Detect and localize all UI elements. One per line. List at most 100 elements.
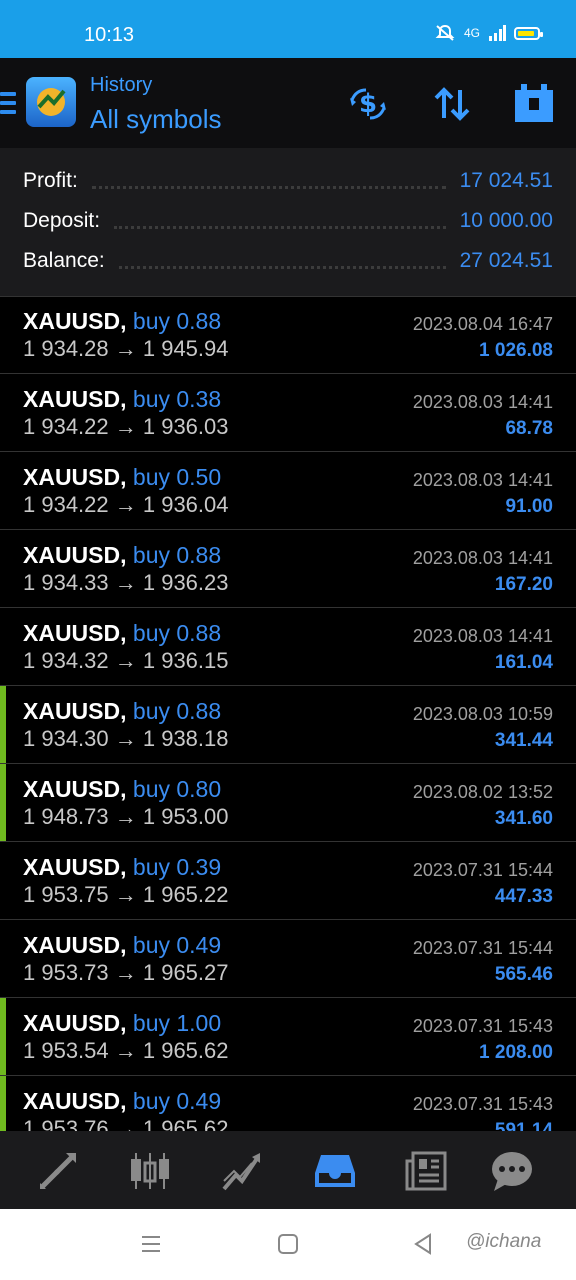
balance-label: Balance: [23, 249, 105, 272]
trade-type: buy 0.49 [132, 1088, 222, 1114]
trade-list[interactable]: XAUUSD, buy 0.88 1 934.28 → 1 945.94 202… [0, 296, 576, 1132]
trade-symbol: XAUUSD, [23, 620, 127, 646]
signal-icon [489, 25, 506, 41]
trade-symbol: XAUUSD, [23, 698, 127, 724]
trade-row[interactable]: XAUUSD, buy 0.88 1 934.30 → 1 938.18 202… [0, 686, 576, 764]
bottom-nav [0, 1131, 576, 1209]
trade-row[interactable]: XAUUSD, buy 0.50 1 934.22 → 1 936.04 202… [0, 452, 576, 530]
news-icon[interactable] [405, 1149, 449, 1193]
battery-icon [514, 26, 543, 40]
trade-profit: 161.04 [494, 652, 553, 673]
deposit-filter-icon[interactable]: $ [346, 82, 390, 126]
trade-time: 2023.08.03 14:41 [412, 470, 553, 490]
status-bar: 10:13 4G [0, 0, 576, 58]
system-nav-bar: @ichana [0, 1209, 576, 1280]
trade-type: buy 0.38 [132, 386, 222, 412]
trade-profit: 341.60 [494, 808, 553, 829]
trade-time: 2023.08.03 14:41 [412, 392, 553, 412]
status-time: 10:13 [84, 24, 135, 46]
trade-type: buy 1.00 [132, 1010, 222, 1036]
trade-prices: 1 934.22 → 1 936.03 [23, 414, 229, 439]
trade-row[interactable]: XAUUSD, buy 1.00 1 953.54 → 1 965.62 202… [0, 998, 576, 1076]
trade-type: buy 0.88 [132, 542, 222, 568]
trade-type: buy 0.88 [132, 620, 222, 646]
summary-panel: Profit: 17 024.51 Deposit: 10 000.00 Bal… [0, 148, 576, 297]
trade-type: buy 0.80 [132, 776, 222, 802]
trade-symbol: XAUUSD, [23, 464, 127, 490]
trade-profit: 91.00 [505, 496, 553, 517]
trade-profit: 565.46 [494, 964, 553, 985]
svg-text:$: $ [359, 89, 377, 119]
profit-row: Profit: 17 024.51 [23, 161, 553, 201]
history-icon[interactable] [313, 1149, 357, 1193]
trade-profit: 68.78 [505, 418, 553, 439]
status-icons: 4G [434, 24, 543, 42]
trade-profit: 167.20 [494, 574, 553, 595]
sort-icon[interactable] [430, 82, 474, 126]
dot-leader [91, 185, 446, 189]
trade-profit: 1 208.00 [479, 1042, 553, 1063]
trade-time: 2023.08.03 14:41 [412, 626, 553, 646]
trade-symbol: XAUUSD, [23, 542, 127, 568]
chart-icon[interactable] [128, 1149, 172, 1193]
trade-profit: 1 026.08 [479, 340, 553, 361]
deposit-value: 10 000.00 [459, 209, 553, 232]
trade-profit: 341.44 [494, 730, 553, 751]
silent-icon [435, 24, 455, 41]
trade-row[interactable]: XAUUSD, buy 0.80 1 948.73 → 1 953.00 202… [0, 764, 576, 842]
deposit-row: Deposit: 10 000.00 [23, 201, 553, 241]
trade-row[interactable]: XAUUSD, buy 0.88 1 934.28 → 1 945.94 202… [0, 296, 576, 374]
trade-prices: 1 934.33 → 1 936.23 [23, 570, 229, 595]
trade-time: 2023.08.03 14:41 [412, 548, 553, 568]
trade-prices: 1 953.54 → 1 965.62 [23, 1038, 229, 1063]
trade-symbol: XAUUSD, [23, 776, 127, 802]
quotes-icon[interactable] [36, 1149, 80, 1193]
home-icon[interactable] [277, 1233, 299, 1255]
back-icon[interactable] [412, 1233, 434, 1255]
symbol-filter[interactable]: All symbols [90, 104, 221, 135]
trade-prices: 1 934.28 → 1 945.94 [23, 336, 229, 361]
trade-icon[interactable] [220, 1149, 264, 1193]
app-header: History All symbols $ [0, 58, 576, 148]
trade-time: 2023.07.31 15:43 [412, 1016, 553, 1036]
menu-icon[interactable] [0, 92, 16, 114]
trade-row[interactable]: XAUUSD, buy 0.39 1 953.75 → 1 965.22 202… [0, 842, 576, 920]
trade-prices: 1 953.76 → 1 965.62 [23, 1116, 229, 1132]
trade-type: buy 0.88 [132, 308, 222, 334]
trade-time: 2023.08.02 13:52 [412, 782, 553, 802]
calendar-icon[interactable] [512, 82, 556, 126]
trade-row[interactable]: XAUUSD, buy 0.49 1 953.73 → 1 965.27 202… [0, 920, 576, 998]
trade-type: buy 0.50 [132, 464, 222, 490]
trade-prices: 1 934.22 → 1 936.04 [23, 492, 229, 517]
trade-row[interactable]: XAUUSD, buy 0.88 1 934.33 → 1 936.23 202… [0, 530, 576, 608]
trade-prices: 1 948.73 → 1 953.00 [23, 804, 229, 829]
trade-row[interactable]: XAUUSD, buy 0.49 1 953.76 → 1 965.62 202… [0, 1076, 576, 1132]
trade-symbol: XAUUSD, [23, 386, 127, 412]
trade-type: buy 0.88 [132, 698, 222, 724]
profit-label: Profit: [23, 169, 78, 192]
dot-leader [118, 265, 446, 269]
trade-symbol: XAUUSD, [23, 1010, 127, 1036]
trade-row[interactable]: XAUUSD, buy 0.88 1 934.32 → 1 936.15 202… [0, 608, 576, 686]
chat-icon[interactable] [490, 1149, 534, 1193]
trade-time: 2023.07.31 15:44 [412, 860, 553, 880]
trade-time: 2023.08.03 10:59 [412, 704, 553, 724]
balance-value: 27 024.51 [459, 249, 553, 272]
trade-prices: 1 934.30 → 1 938.18 [23, 726, 229, 751]
dot-leader [114, 225, 446, 229]
profit-value: 17 024.51 [459, 169, 553, 192]
header-title: History [90, 74, 153, 96]
trade-prices: 1 953.75 → 1 965.22 [23, 882, 229, 907]
watermark: @ichana [466, 1231, 542, 1252]
trade-prices: 1 953.73 → 1 965.27 [23, 960, 229, 985]
trade-symbol: XAUUSD, [23, 854, 127, 880]
trade-symbol: XAUUSD, [23, 308, 127, 334]
trade-time: 2023.07.31 15:43 [412, 1094, 553, 1114]
recent-apps-icon[interactable] [140, 1233, 162, 1255]
trade-time: 2023.07.31 15:44 [412, 938, 553, 958]
trade-profit: 447.33 [494, 886, 553, 907]
trade-type: buy 0.49 [132, 932, 222, 958]
trade-symbol: XAUUSD, [23, 1088, 127, 1114]
app-logo [26, 77, 76, 127]
trade-row[interactable]: XAUUSD, buy 0.38 1 934.22 → 1 936.03 202… [0, 374, 576, 452]
